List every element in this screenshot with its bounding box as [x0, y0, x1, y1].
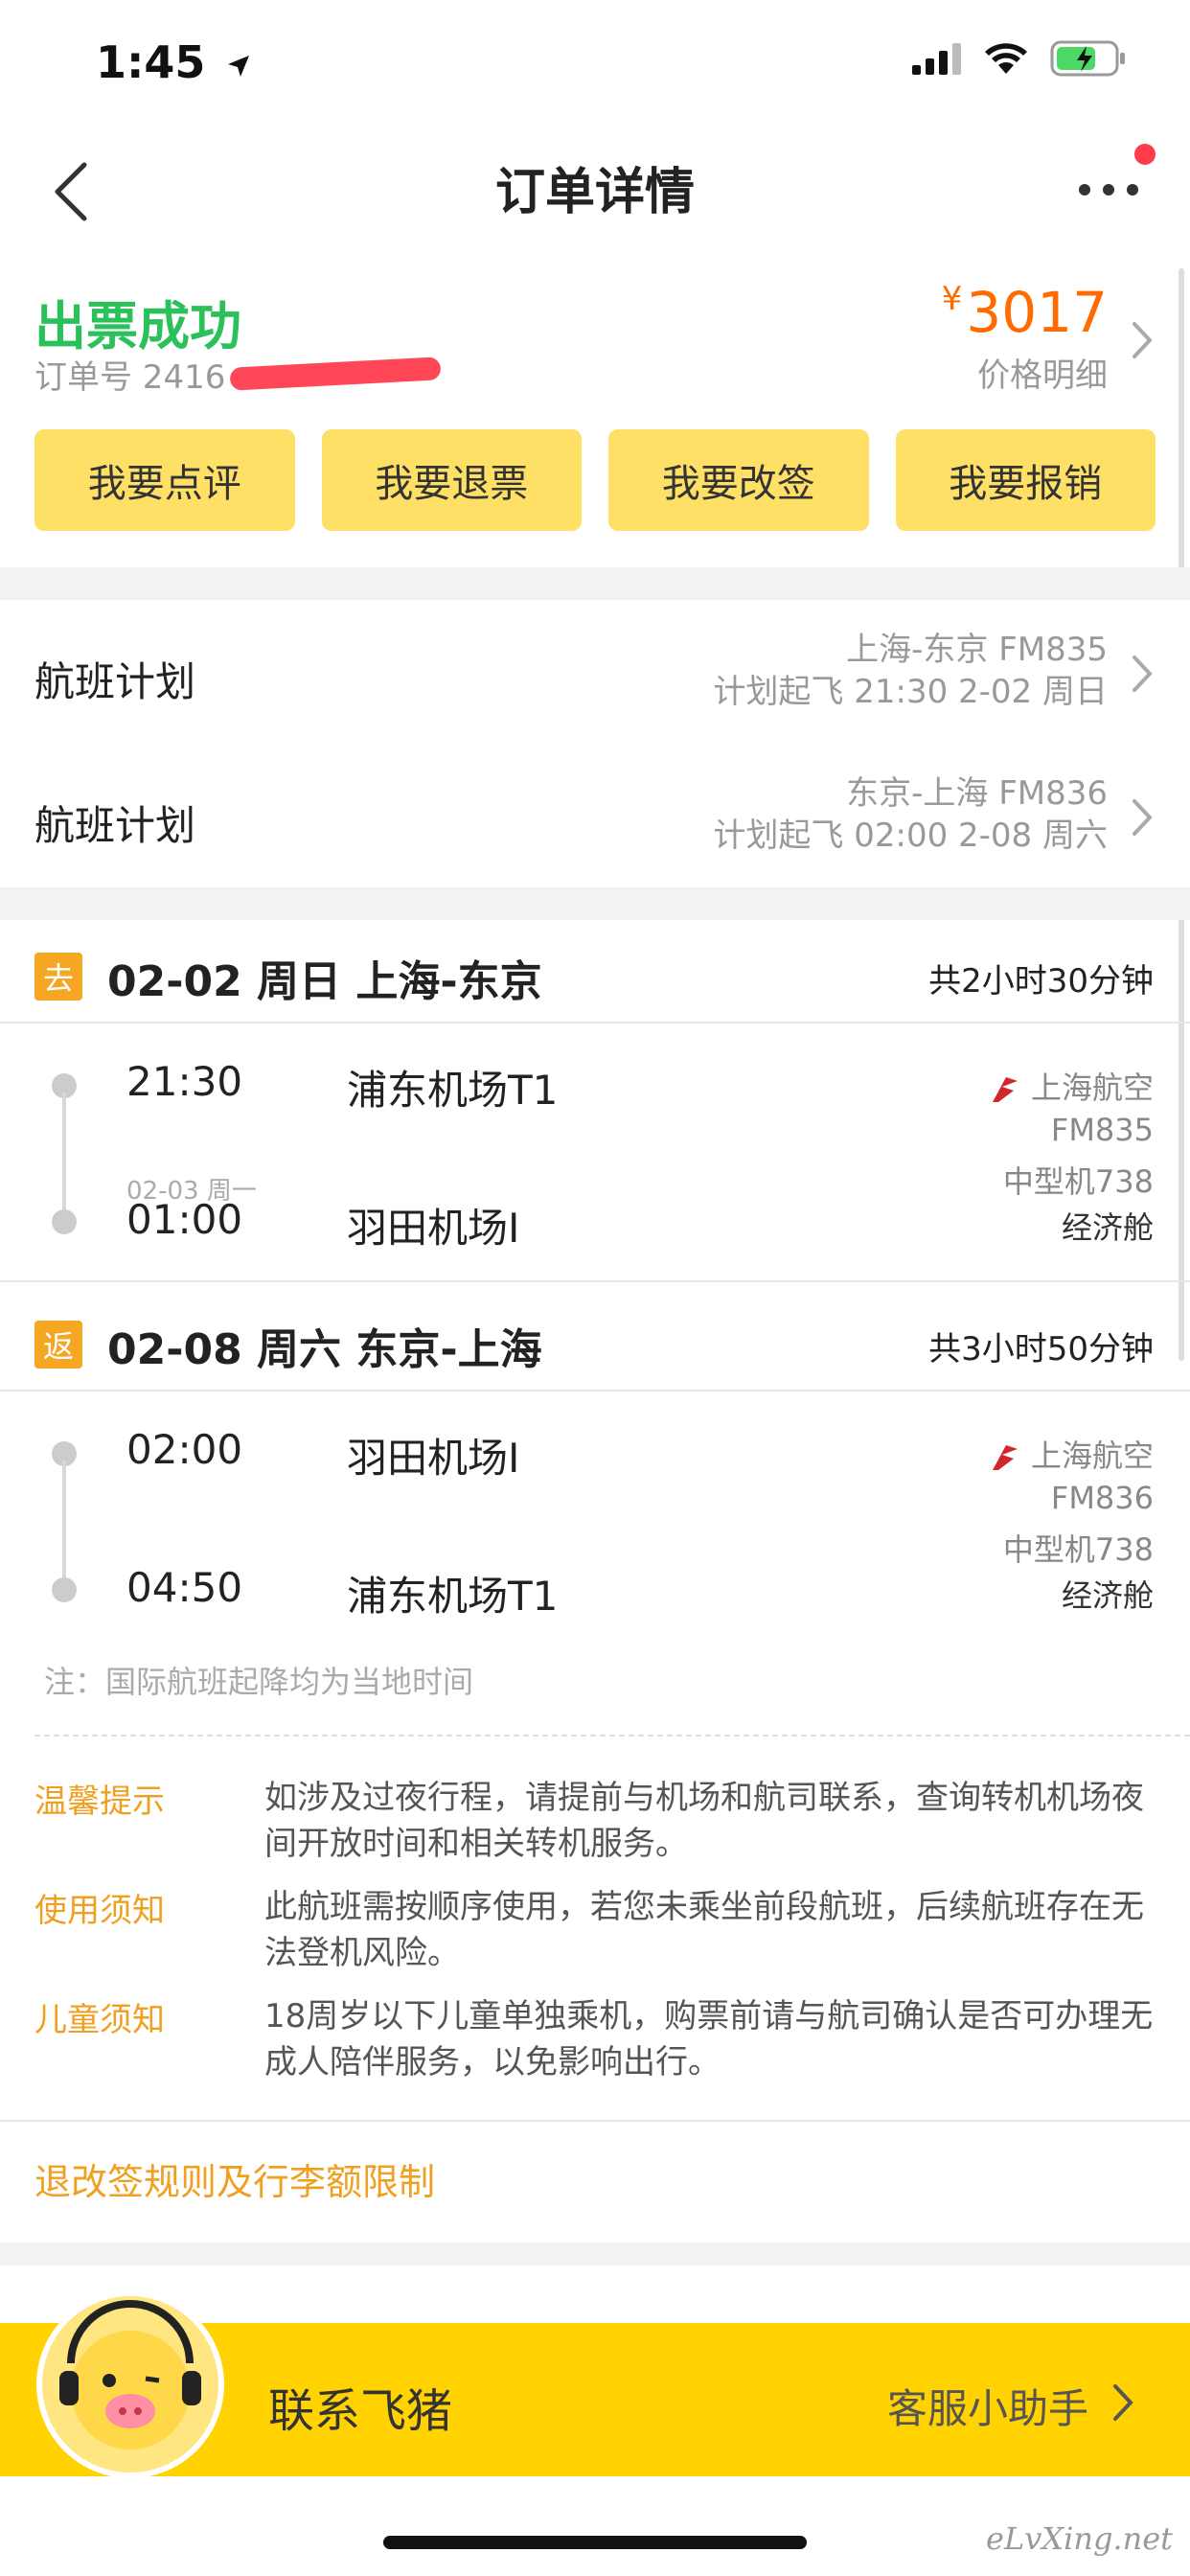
location-arrow-icon: [228, 55, 250, 77]
home-indicator[interactable]: [383, 2536, 807, 2549]
return-tag: 返: [34, 1321, 82, 1368]
refund-button[interactable]: 我要退票: [321, 429, 582, 531]
more-dots-icon: [1079, 184, 1138, 196]
reimburse-button[interactable]: 我要报销: [895, 429, 1156, 531]
battery-charging-icon: [1050, 40, 1125, 77]
wifi-icon: [985, 43, 1027, 74]
plan-label: 航班计划: [34, 802, 196, 849]
notification-dot: [1134, 144, 1156, 165]
section-divider: [0, 567, 1190, 600]
chevron-right-icon: [1133, 322, 1153, 358]
plan-departure: 计划起飞 02:00 2-08 周六: [713, 816, 1108, 855]
departure-time: 02:00: [126, 1426, 243, 1473]
segment-divider: [0, 1280, 1190, 1282]
signal-icon: [912, 43, 961, 75]
aircraft-type: 中型机738: [1002, 1531, 1154, 1568]
price-detail-link[interactable]: 价格明细: [977, 349, 1108, 396]
tip-text: 如涉及过夜行程，请提前与机场和航司联系，查询转机机场夜间开放时间和相关转机服务。: [264, 1779, 1144, 1863]
arrival-time: 01:00: [126, 1196, 243, 1243]
tip-label: 儿童须知: [34, 2001, 165, 2039]
tip-label: 温馨提示: [34, 1782, 165, 1821]
section-divider: [0, 887, 1190, 920]
redaction-mark: [229, 356, 442, 391]
tip-label: 使用须知: [34, 1892, 165, 1930]
timezone-note: 注：国际航班起降均为当地时间: [44, 1664, 474, 1700]
shanghai-airlines-logo-icon: [992, 1445, 1018, 1470]
flight-plan-row[interactable]: 航班计划 上海-东京 FM835 计划起飞 21:30 2-02 周日: [0, 600, 1190, 746]
timeline-line: [62, 1092, 66, 1219]
review-button[interactable]: 我要点评: [34, 429, 295, 531]
outbound-tag: 去: [34, 953, 82, 1000]
plan-route: 东京-上海 FM836: [846, 774, 1108, 813]
arrival-airport: 羽田机场I: [347, 1205, 520, 1252]
chevron-right-icon: [1113, 2384, 1133, 2421]
arrival-dot: [52, 1577, 77, 1602]
plan-departure: 计划起飞 21:30 2-02 周日: [713, 673, 1108, 711]
plan-label: 航班计划: [34, 658, 196, 705]
price-value: 3017: [966, 280, 1108, 345]
page-title: 订单详情: [494, 164, 695, 221]
contact-label[interactable]: 联系飞猪: [268, 2373, 452, 2440]
departure-time: 21:30: [126, 1058, 243, 1105]
pig-mascot-icon: [59, 2300, 201, 2450]
plan-route: 上海-东京 FM835: [846, 631, 1108, 669]
change-button[interactable]: 我要改签: [608, 429, 869, 531]
arrival-dot: [52, 1209, 77, 1234]
segment-duration: 共3小时50分钟: [928, 1330, 1154, 1368]
price-chevron[interactable]: [1127, 316, 1156, 368]
watermark: eLvXing.net: [986, 2520, 1173, 2557]
order-price[interactable]: ¥3017: [942, 280, 1108, 345]
mascot-avatar: [36, 2290, 224, 2478]
flight-number: FM835: [1050, 1112, 1154, 1148]
cabin-class: 经济舱: [1061, 1209, 1154, 1246]
arrival-airport: 浦东机场T1: [347, 1573, 559, 1620]
order-status: 出票成功: [34, 296, 241, 356]
flight-plan-row[interactable]: 航班计划 东京-上海 FM836 计划起飞 02:00 2-08 周六: [0, 744, 1190, 889]
more-button[interactable]: [1075, 161, 1142, 218]
cabin-class: 经济舱: [1061, 1577, 1154, 1614]
currency-symbol: ¥: [941, 280, 963, 318]
departure-airport: 浦东机场T1: [347, 1067, 559, 1114]
tip-text: 18周岁以下儿童单独乘机，购票前请与航司确认是否可办理无成人陪伴服务，以免影响出…: [264, 1997, 1154, 2082]
section-divider: [0, 2120, 1190, 2122]
segment-header: 去 02-02 周日 上海-东京 共2小时30分钟: [0, 920, 1190, 1024]
chevron-right-icon: [1133, 656, 1153, 692]
customer-service-link[interactable]: 客服小助手: [887, 2377, 1088, 2435]
airline-name: 上海航空: [989, 1064, 1154, 1108]
timeline-line: [62, 1460, 66, 1587]
departure-airport: 羽田机场I: [347, 1435, 520, 1482]
dashed-divider: [34, 1735, 1190, 1736]
segment-header: 返 02-08 周六 东京-上海 共3小时50分钟: [0, 1288, 1190, 1392]
chevron-right-icon: [1133, 799, 1153, 836]
order-number: 订单号 2416: [34, 358, 226, 397]
status-icons: [912, 40, 1127, 77]
action-buttons: 我要点评 我要退票 我要改签 我要报销: [34, 429, 1156, 531]
airline-name: 上海航空: [989, 1432, 1154, 1476]
helper-chevron[interactable]: [1108, 2379, 1136, 2430]
aircraft-type: 中型机738: [1002, 1163, 1154, 1200]
shanghai-airlines-logo-icon: [992, 1077, 1018, 1102]
refund-rules-link[interactable]: 退改签规则及行李额限制: [34, 2152, 435, 2205]
segment-title: 02-08 周六 东京-上海: [107, 1325, 542, 1374]
arrival-time: 04:50: [126, 1564, 243, 1611]
segment-duration: 共2小时30分钟: [928, 962, 1154, 1000]
status-time: 1:45: [96, 36, 253, 88]
flight-number: FM836: [1050, 1480, 1154, 1516]
tip-text: 此航班需按顺序使用，若您未乘坐前段航班，后续航班存在无法登机风险。: [264, 1888, 1144, 1972]
segment-title: 02-02 周日 上海-东京: [107, 957, 542, 1006]
